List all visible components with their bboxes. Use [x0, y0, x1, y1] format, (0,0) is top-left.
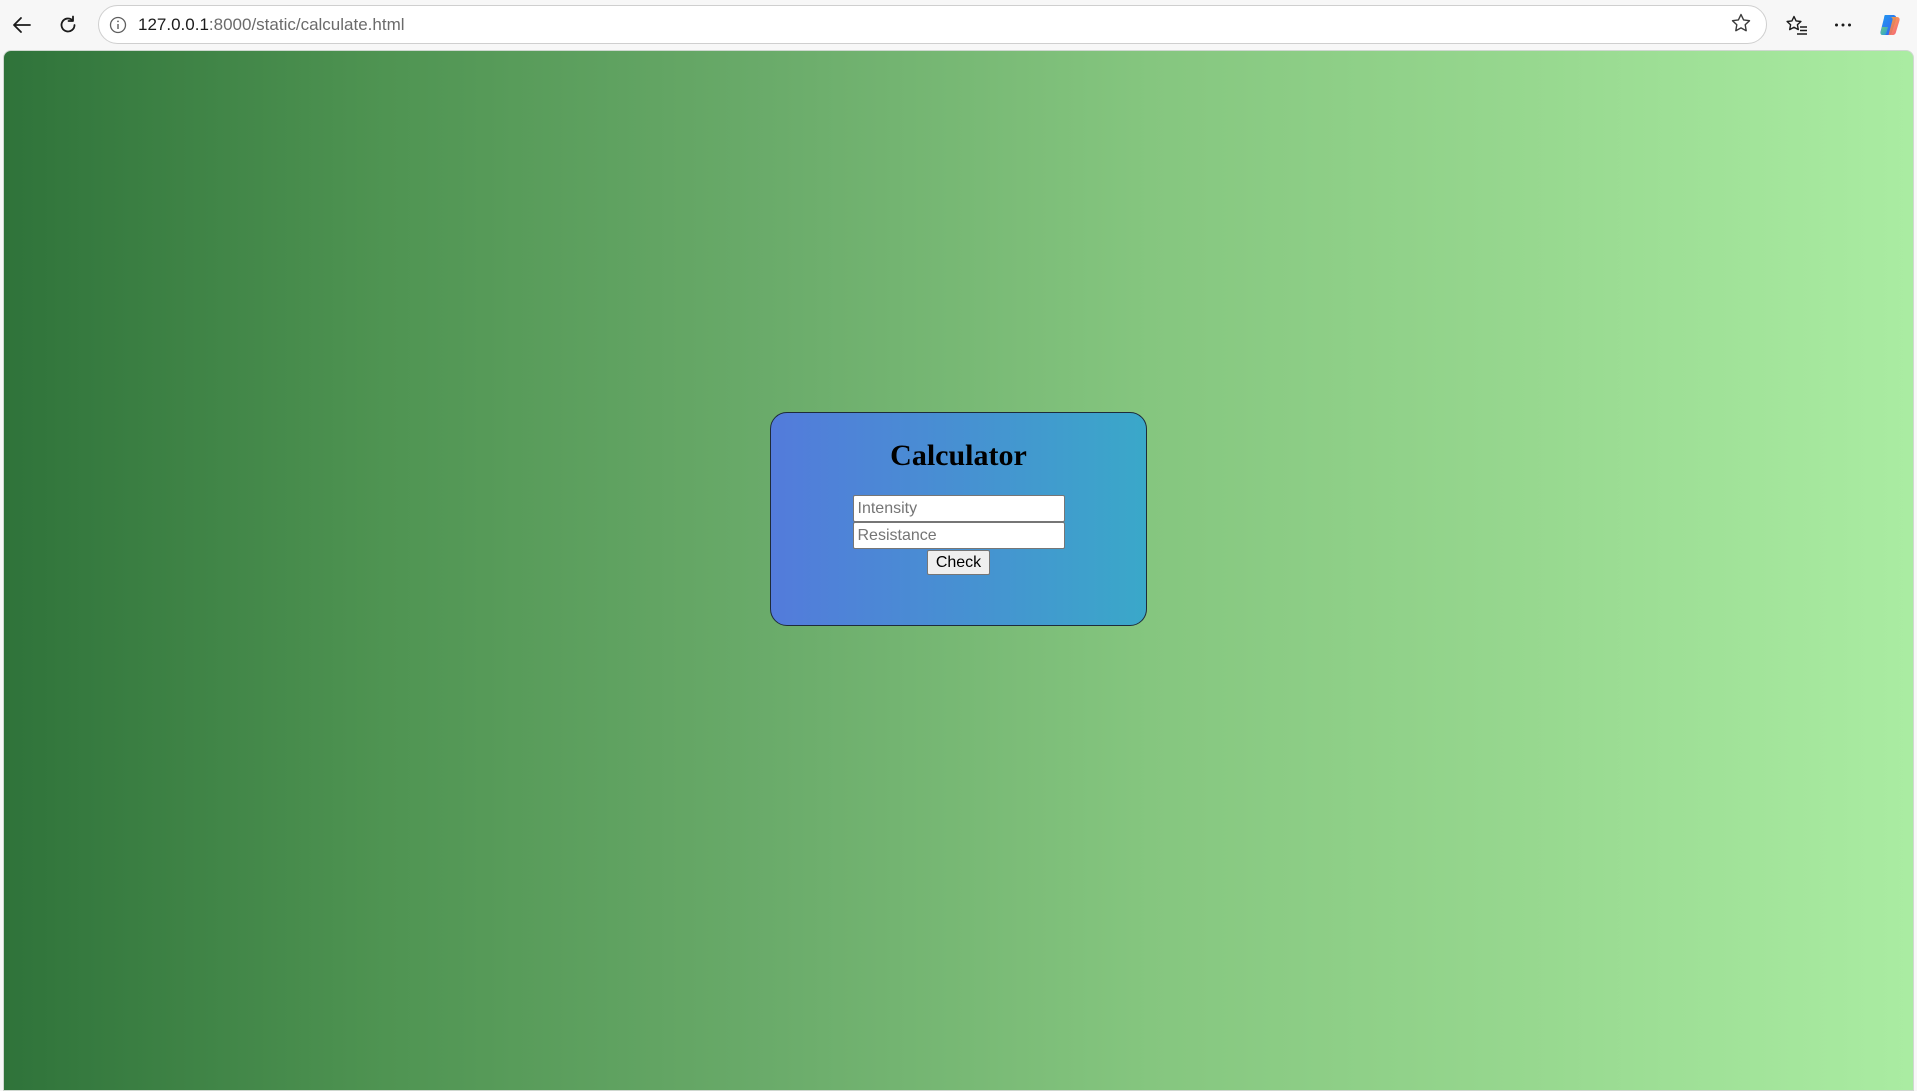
info-icon[interactable]: [108, 15, 128, 35]
copilot-button[interactable]: [1873, 8, 1907, 42]
intensity-input[interactable]: [852, 495, 1065, 522]
reload-icon: [57, 14, 79, 36]
page-viewport: Calculator Check: [3, 50, 1914, 1091]
resistance-input[interactable]: [852, 522, 1065, 549]
url-text[interactable]: 127.0.0.1:8000/static/calculate.html: [138, 15, 405, 35]
reload-button[interactable]: [51, 8, 85, 42]
calculator-card: Calculator Check: [770, 412, 1147, 626]
copilot-icon: [1877, 12, 1903, 38]
check-button[interactable]: Check: [926, 550, 991, 575]
back-arrow-icon: [11, 14, 33, 36]
url-host: 127.0.0.1: [138, 14, 209, 34]
calculator-form: Check: [771, 495, 1146, 575]
back-button[interactable]: [5, 8, 39, 42]
calculator-title: Calculator: [890, 439, 1027, 472]
add-favorite-button[interactable]: [1724, 8, 1758, 42]
more-options-button[interactable]: [1826, 8, 1860, 42]
more-icon: [1832, 14, 1854, 36]
favorites-icon: [1785, 14, 1809, 36]
star-icon: [1730, 12, 1752, 39]
address-bar[interactable]: 127.0.0.1:8000/static/calculate.html: [98, 5, 1767, 44]
browser-toolbar: 127.0.0.1:8000/static/calculate.html: [0, 0, 1917, 50]
url-path: :8000/static/calculate.html: [208, 14, 405, 34]
favorites-button[interactable]: [1780, 8, 1814, 42]
